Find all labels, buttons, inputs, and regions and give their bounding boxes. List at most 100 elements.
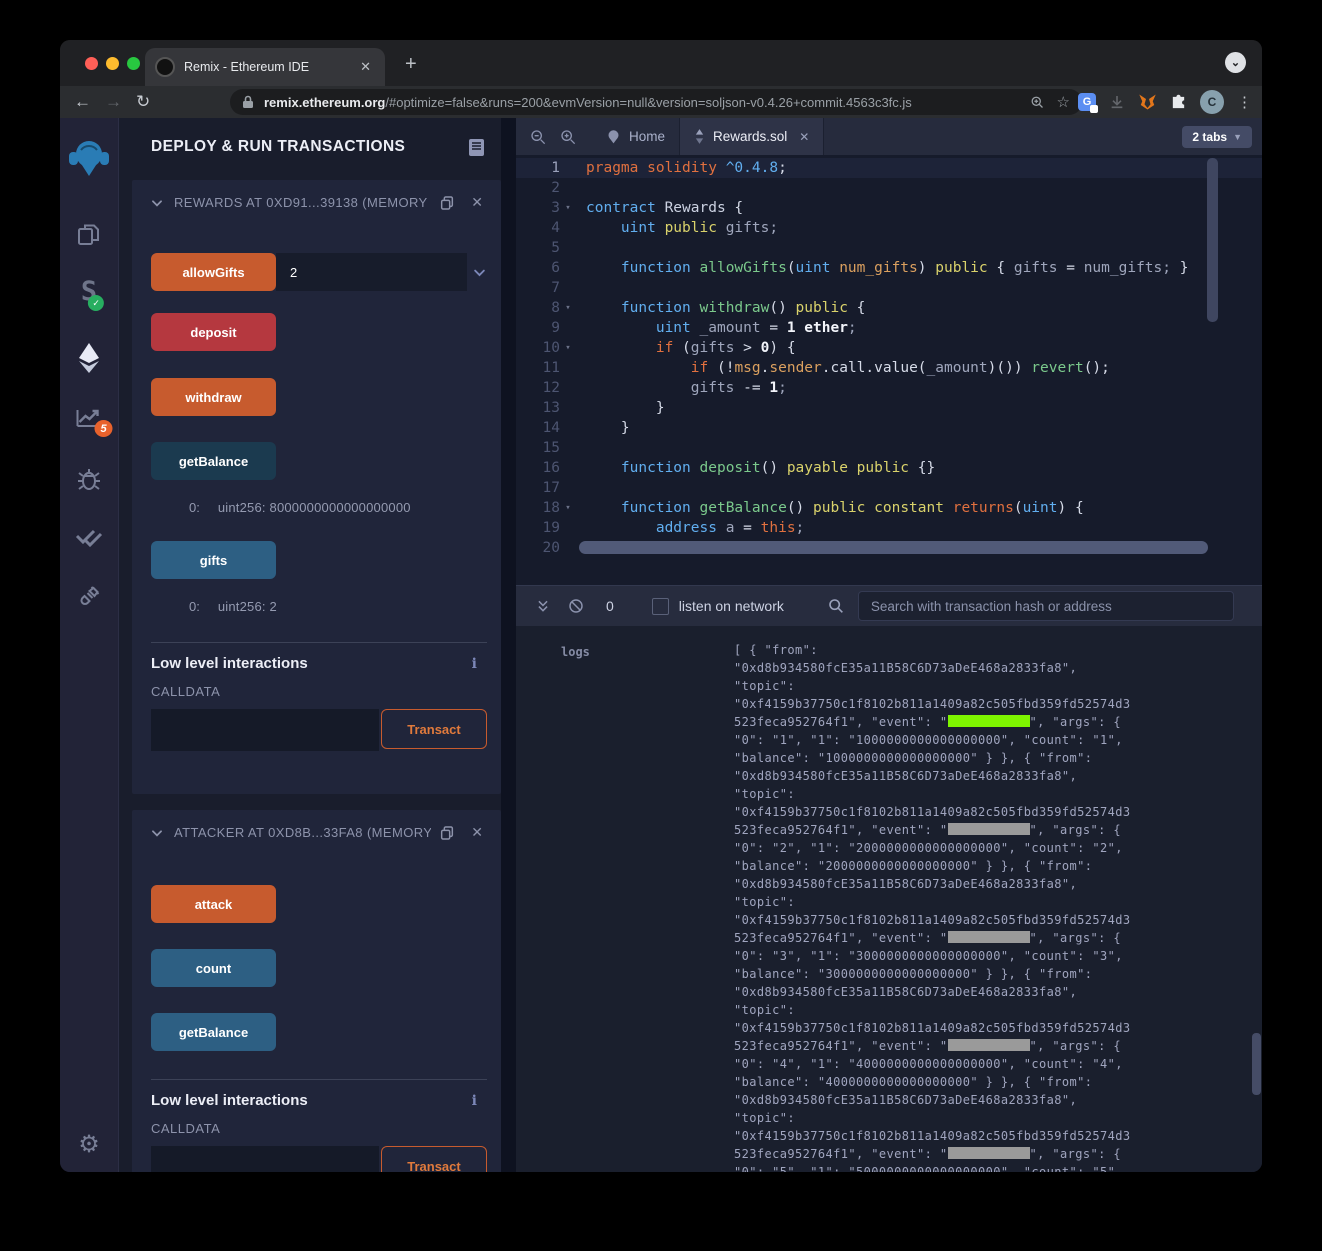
metamask-extension-icon[interactable] (1138, 93, 1157, 111)
tab-home[interactable]: Home (592, 118, 679, 155)
bookmark-star-icon[interactable]: ☆ (1057, 93, 1070, 111)
code-line[interactable]: 6 function allowGifts(uint num_gifts) pu… (516, 258, 1262, 278)
reload-button[interactable]: ↻ (136, 92, 150, 112)
code-line[interactable]: 15 (516, 438, 1262, 458)
code-line[interactable]: 12 gifts -= 1; (516, 378, 1262, 398)
tab-close-icon[interactable]: ✕ (356, 57, 375, 77)
zoom-out-icon[interactable] (530, 129, 546, 145)
editor-horizontal-scrollbar[interactable] (579, 541, 1208, 554)
translate-extension-icon[interactable]: G (1078, 93, 1098, 113)
macos-minimize-button[interactable] (106, 57, 119, 70)
collapse-chevron-icon[interactable] (150, 826, 164, 840)
deploy-run-icon[interactable] (77, 342, 101, 374)
code-line[interactable]: 1 pragma solidity ^0.4.8; (516, 158, 1262, 178)
settings-gear-icon[interactable]: ⚙ (78, 1130, 100, 1159)
deposit-button[interactable]: deposit (151, 313, 276, 351)
calldata-input[interactable] (151, 1146, 379, 1172)
info-icon[interactable]: i (472, 1093, 477, 1109)
code-line[interactable]: 10 ▾ if (gifts > 0) { (516, 338, 1262, 358)
copy-address-icon[interactable] (439, 825, 455, 841)
tabs-count-dropdown[interactable]: 2 tabs ▼ (1182, 125, 1252, 148)
extensions-puzzle-icon[interactable] (1170, 94, 1187, 111)
new-tab-button[interactable]: + (405, 54, 417, 74)
tab-close-icon[interactable]: ✕ (799, 130, 809, 144)
code-editor[interactable]: 1 pragma solidity ^0.4.8; 2 3 ▾ contract Rewa… (516, 155, 1262, 585)
download-icon[interactable] (1109, 94, 1125, 110)
remove-instance-icon[interactable]: ✕ (471, 194, 483, 211)
terminal-search-input[interactable] (857, 591, 1234, 621)
attack-button[interactable]: attack (151, 885, 276, 923)
allowgifts-button[interactable]: allowGifts (151, 253, 276, 291)
zoom-page-icon[interactable] (1030, 95, 1045, 110)
zoom-in-icon[interactable] (560, 129, 576, 145)
back-button[interactable]: ← (74, 92, 91, 112)
code-line[interactable]: 3 ▾ contract Rewards { (516, 198, 1262, 218)
expand-terminal-icon[interactable] (536, 599, 550, 613)
forward-button[interactable]: → (105, 92, 122, 112)
code-line[interactable]: 17 (516, 478, 1262, 498)
code-line[interactable]: 13 } (516, 398, 1262, 418)
rewards-card-header[interactable]: REWARDS AT 0XD91...39138 (MEMORY ✕ (132, 180, 501, 211)
macos-close-button[interactable] (85, 57, 98, 70)
file-explorer-icon[interactable] (76, 222, 102, 248)
code-line[interactable]: 4 uint public gifts; (516, 218, 1262, 238)
code-line[interactable]: 8 ▾ function withdraw() public { (516, 298, 1262, 318)
code-line[interactable]: 9 uint _amount = 1 ether; (516, 318, 1262, 338)
allowgifts-arg-input[interactable] (276, 253, 467, 291)
log-line: "0xf4159b37750c1f8102b811a1409a82c505fbd… (734, 1021, 1131, 1035)
count-button[interactable]: count (151, 949, 276, 987)
collapse-chevron-icon[interactable] (150, 196, 164, 210)
unit-testing-icon[interactable] (75, 526, 103, 548)
transact-button[interactable]: Transact (381, 709, 487, 749)
documentation-icon[interactable] (468, 138, 485, 157)
terminal-vertical-scrollbar[interactable] (1252, 1033, 1261, 1095)
plugin-manager-icon[interactable] (77, 584, 102, 609)
macos-zoom-button[interactable] (127, 57, 140, 70)
address-bar[interactable]: remix.ethereum.org/#optimize=false&runs=… (230, 89, 1082, 115)
line-number: 1 (551, 160, 560, 176)
remove-instance-icon[interactable]: ✕ (471, 824, 483, 841)
code-line[interactable]: 19 address a = this; (516, 518, 1262, 538)
code-line[interactable]: 11 if (!msg.sender.call.value(_amount)()… (516, 358, 1262, 378)
browser-tab[interactable]: Remix - Ethereum IDE ✕ (145, 48, 385, 86)
transact-button[interactable]: Transact (381, 1146, 487, 1172)
copy-address-icon[interactable] (439, 195, 455, 211)
gifts-button[interactable]: gifts (151, 541, 276, 579)
listen-network-checkbox[interactable] (651, 597, 669, 615)
code-line[interactable]: 7 (516, 278, 1262, 298)
code-line[interactable]: 2 (516, 178, 1262, 198)
calldata-input[interactable] (151, 709, 379, 751)
fold-arrow-icon[interactable]: ▾ (560, 198, 576, 218)
expand-args-chevron-icon[interactable] (472, 265, 487, 280)
attacker-card-header[interactable]: ATTACKER AT 0XD8B...33FA8 (MEMORY ✕ (132, 810, 501, 841)
browser-menu-icon[interactable]: ⋮ (1237, 93, 1252, 111)
log-line: "0": "5", "1": "5000000000000000000", "c… (734, 1165, 1123, 1172)
fold-arrow-icon[interactable]: ▾ (560, 498, 576, 518)
getbalance-button[interactable]: getBalance (151, 442, 276, 480)
remix-logo-icon[interactable] (67, 136, 111, 180)
code-line[interactable]: 18 ▾ function getBalance() public constan… (516, 498, 1262, 518)
attacker-getbalance-button[interactable]: getBalance (151, 1013, 276, 1051)
editor-vertical-scrollbar[interactable] (1207, 158, 1218, 322)
fold-arrow-icon[interactable]: ▾ (560, 338, 576, 358)
info-icon[interactable]: i (472, 656, 477, 672)
log-line: 523feca952764f1", "event": " ", "args": { (734, 931, 1121, 945)
code-line[interactable]: 5 (516, 238, 1262, 258)
editor-tab-bar: Home Rewards.sol ✕ 2 tabs ▼ (516, 118, 1262, 155)
tab-rewards-sol[interactable]: Rewards.sol ✕ (679, 118, 825, 155)
profile-avatar[interactable]: C (1200, 90, 1224, 114)
code-line[interactable]: 14 } (516, 418, 1262, 438)
terminal-output[interactable]: logs [ { "from": "0xd8b934580fcE35a11B58C… (516, 626, 1262, 1172)
code-line[interactable]: 16 function deposit() payable public {} (516, 458, 1262, 478)
desktop-background: { "theme": { "accent_orange": "#c75b2e",… (0, 0, 1322, 1251)
solidity-compiler-icon[interactable]: S ✓ (81, 276, 105, 311)
fold-arrow-icon[interactable]: ▾ (560, 298, 576, 318)
withdraw-button[interactable]: withdraw (151, 378, 276, 416)
debugger-icon[interactable] (76, 466, 102, 492)
tab-search-button[interactable]: ⌄ (1225, 52, 1246, 73)
static-analysis-icon[interactable]: 5 (76, 406, 113, 437)
clear-console-icon[interactable] (568, 598, 584, 614)
